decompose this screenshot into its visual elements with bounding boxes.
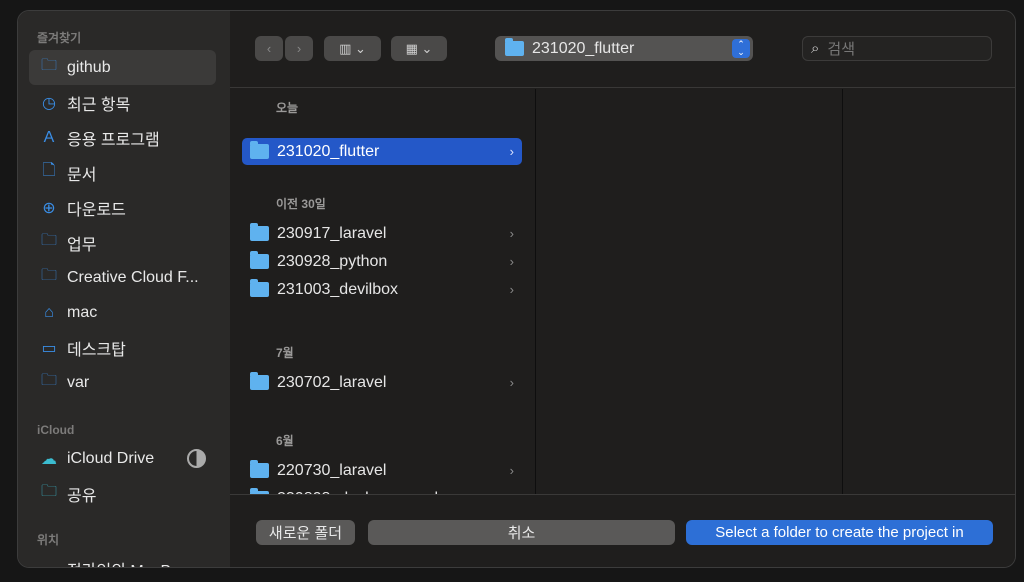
new-folder-button[interactable]: 새로운 폴더 [256,520,355,545]
sidebar-item-label: 정라인의 MacBoo [67,557,189,568]
search-icon: ⌕ [811,40,820,57]
folder-icon: 🗀 [40,232,57,249]
sidebar-item-shared[interactable]: 🗀 공유 [29,476,216,511]
search-placeholder: 검색 [827,41,856,58]
half-circle-status-icon [187,449,206,468]
folder-icon [250,251,269,269]
chevron-right-icon: › [509,226,514,241]
chevron-right-icon: › [509,375,514,390]
sidebar-item-4[interactable]: ⊕ 다운로드 [29,190,216,225]
sidebar-item-3[interactable]: 🗋 문서 [29,155,216,190]
sidebar-item-label: 응용 프로그램 [67,131,160,149]
sidebar-item-label: var [67,373,90,391]
folder-name: 220730_laravel [277,461,387,479]
back-button[interactable]: ‹ [255,36,283,61]
folder-icon [250,141,269,159]
folder-row[interactable]: 230917_laravel › [242,220,522,247]
group-by-button[interactable]: ▦ ⌄ [391,36,447,61]
main-pane: ‹ › ▥ ⌄ ▦ ⌄ 231020_flutter ⌃ ⌄ ⌕ 검색 오늘 231… [230,11,1015,567]
icloud-section-label: iCloud [37,423,75,437]
folder-name: 230702_laravel [277,373,387,391]
sidebar-item-5[interactable]: 🗀 업무 [29,225,216,260]
shared-folder-icon: 🗀 [40,483,57,500]
view-mode-button[interactable]: ▥ ⌄ [324,36,381,61]
folder-name: 230928_python [277,252,388,270]
sidebar-item-label: 문서 [67,166,97,184]
folder-name: 231020_flutter [277,142,380,160]
search-field[interactable]: ⌕ 검색 [802,36,992,61]
up-down-chevron-icon: ⌃ ⌄ [732,39,750,58]
toolbar: ‹ › ▥ ⌄ ▦ ⌄ 231020_flutter ⌃ ⌄ ⌕ 검색 [230,11,1015,88]
folder-icon [250,279,269,297]
download-icon: ⊕ [42,199,56,217]
sidebar-item-label: mac [67,303,98,321]
chevron-right-icon: › [509,144,514,159]
sidebar-item-0[interactable]: 🗀 github [29,50,216,85]
sidebar-item-2[interactable]: A 응용 프로그램 [29,120,216,155]
sidebar-item-8[interactable]: ▭ 데스크탑 [29,330,216,365]
group-header: 6월 [276,434,294,448]
sidebar-item-9[interactable]: 🗀 var [29,365,216,400]
path-label: 231020_flutter [532,39,635,57]
clock-icon: ◷ [42,94,56,112]
forward-button[interactable]: › [285,36,313,61]
sidebar-item-label: 업무 [67,236,97,254]
folder-row[interactable]: 230928_python › [242,248,522,275]
group-header: 이전 30일 [276,197,326,211]
apps-icon: A [43,128,55,146]
desktop-icon: ▭ [41,339,57,357]
folder-name: 230917_laravel [277,224,387,242]
favorites-section-label: 즐겨찾기 [37,31,82,45]
folder-row[interactable]: 231020_flutter › [242,138,522,165]
folder-icon [505,38,524,56]
folder-name: 231003_devilbox [277,280,398,298]
chevron-right-icon: › [509,282,514,297]
sidebar-item-6[interactable]: 🗀 Creative Cloud F... [29,260,216,295]
cancel-button[interactable]: 취소 [368,520,675,545]
folder-icon: 🗀 [40,372,57,389]
document-icon: 🗋 [42,162,56,179]
folder-icon: 🗀 [40,267,57,284]
sidebar-item-macbook[interactable]: ▭ 정라인의 MacBoo [29,551,216,568]
sidebar-item-icloud-drive[interactable]: ☁ iCloud Drive [29,441,216,476]
file-dialog: 즐겨찾기 🗀 github ◷ 최근 항목 A 응용 프로그램 🗋 문서 ⊕ 다운로드 🗀 업무 🗀 Cr… [17,10,1016,568]
dialog-footer: 새로운 폴더 취소 Select a folder to create the … [230,494,1015,567]
sidebar-item-label: iCloud Drive [67,449,155,467]
folder-row[interactable]: 220730_laravel › [242,457,522,484]
folder-icon: 🗀 [40,57,57,74]
folder-icon [250,372,269,390]
browser-column-3[interactable] [843,89,1015,494]
confirm-button[interactable]: Select a folder to create the project in [686,520,993,545]
sidebar-item-1[interactable]: ◷ 최근 항목 [29,85,216,120]
grid-icon: ▦ ⌄ [405,40,433,56]
browser-column-2[interactable] [536,89,843,494]
folder-row[interactable]: 231003_devilbox › [242,276,522,303]
folder-icon [250,460,269,478]
browser-column-1[interactable]: 오늘 231020_flutter › 이전 30일 230917_laravel › 23… [230,89,536,507]
sidebar-item-label: 공유 [67,487,97,505]
columns-icon: ▥ ⌄ [339,40,366,56]
sidebar-item-label: 다운로드 [67,201,126,219]
group-header: 7월 [276,346,294,360]
locations-section-label: 위치 [37,533,60,547]
laptop-icon: ▭ [39,559,59,568]
sidebar-item-label: Creative Cloud F... [67,268,199,286]
home-icon: ⌂ [44,303,54,321]
sidebar-item-7[interactable]: ⌂ mac [29,295,216,330]
group-header: 오늘 [276,101,299,115]
sidebar: 즐겨찾기 🗀 github ◷ 최근 항목 A 응용 프로그램 🗋 문서 ⊕ 다운로드 🗀 업무 🗀 Cr… [18,11,230,567]
sidebar-item-label: 최근 항목 [67,96,131,114]
chevron-right-icon: › [509,254,514,269]
folder-row[interactable]: 230702_laravel › [242,369,522,396]
cloud-icon: ☁ [41,450,57,468]
folder-icon [250,223,269,241]
chevron-right-icon: › [509,463,514,478]
sidebar-item-label: 데스크탑 [67,341,126,359]
sidebar-item-label: github [67,58,111,76]
path-popup[interactable]: 231020_flutter ⌃ ⌄ [495,36,753,61]
